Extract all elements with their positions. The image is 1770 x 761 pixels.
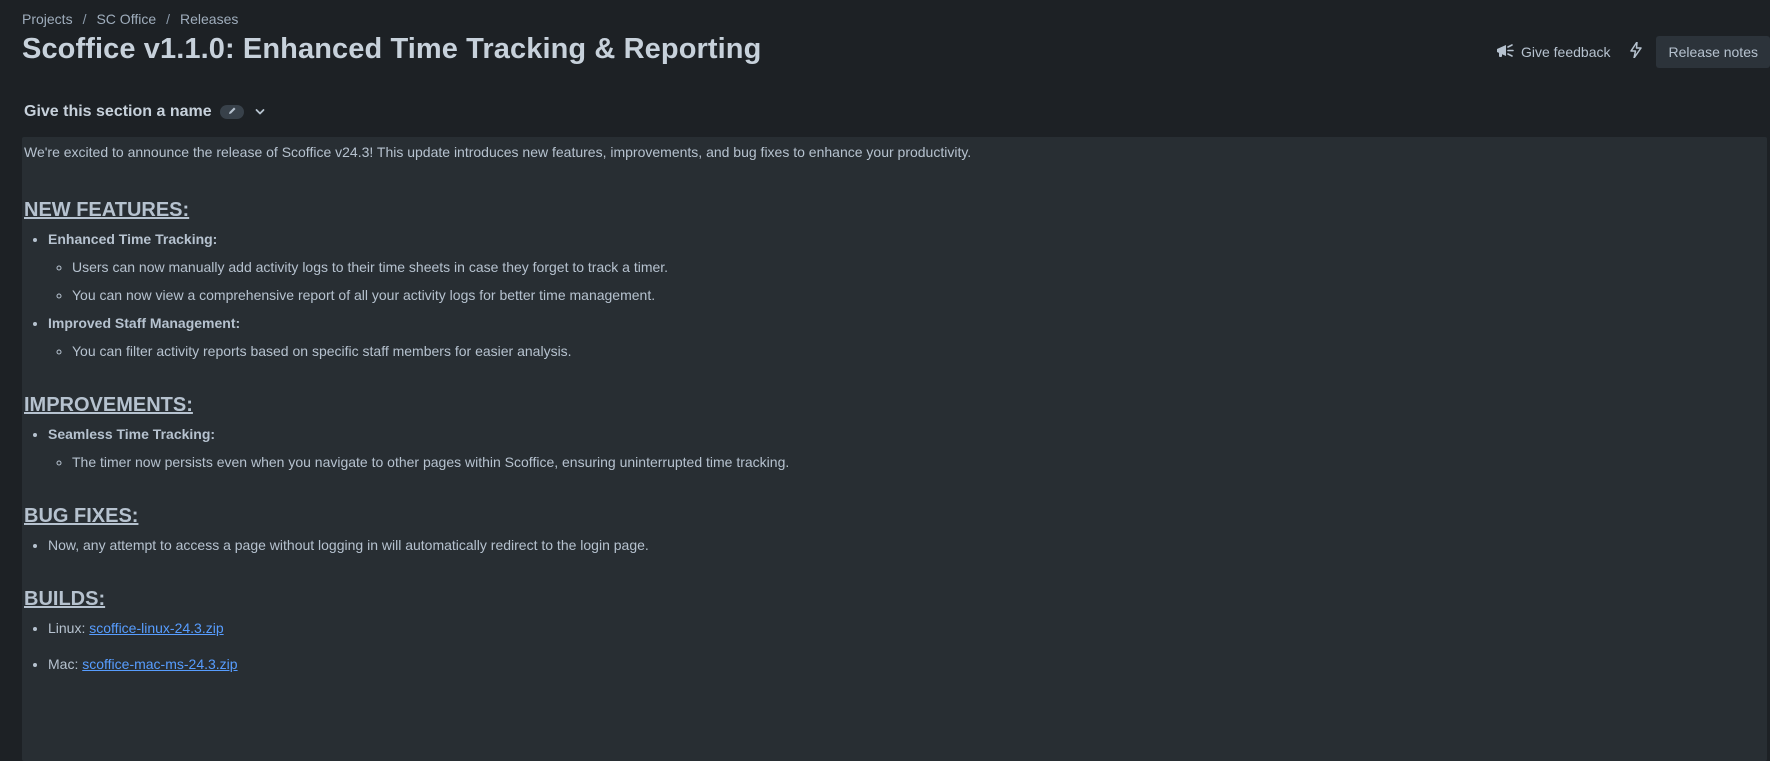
- breadcrumb-separator: /: [82, 11, 87, 27]
- breadcrumb-projects[interactable]: Projects: [22, 11, 73, 27]
- linux-build-link[interactable]: scoffice-linux-24.3.zip: [89, 620, 223, 636]
- page-title: Scoffice v1.1.0: Enhanced Time Tracking …: [22, 33, 762, 65]
- list-item: Now, any attempt to access a page withou…: [48, 536, 1765, 554]
- feature-title: Improved Staff Management:: [48, 315, 241, 331]
- section-toggle-button[interactable]: [252, 104, 268, 120]
- release-notes-button[interactable]: Release notes: [1656, 36, 1770, 68]
- list-item: Seamless Time Tracking: The timer now pe…: [48, 425, 1765, 471]
- list-item: Users can now manually add activity logs…: [72, 258, 1765, 276]
- list-item: You can now view a comprehensive report …: [72, 286, 1765, 304]
- release-notes-content[interactable]: We're excited to announce the release of…: [22, 137, 1767, 761]
- list-item: You can filter activity reports based on…: [72, 342, 1765, 360]
- give-feedback-button[interactable]: Give feedback: [1488, 37, 1619, 68]
- bug-fixes-heading: BUG FIXES:: [24, 505, 139, 527]
- mac-build-link[interactable]: scoffice-mac-ms-24.3.zip: [82, 656, 237, 672]
- pencil-icon: [227, 103, 237, 121]
- lightning-bolt-icon: [1630, 40, 1643, 63]
- improvements-heading: IMPROVEMENTS:: [24, 394, 193, 416]
- header-actions: Give feedback Release notes: [1488, 36, 1770, 68]
- build-label: Mac:: [48, 656, 79, 672]
- builds-list: Linux: scoffice-linux-24.3.zip Mac: scof…: [24, 619, 1765, 673]
- new-features-heading: NEW FEATURES:: [24, 199, 190, 221]
- automation-button[interactable]: [1620, 36, 1652, 68]
- list-item: Improved Staff Management: You can filte…: [48, 314, 1765, 360]
- breadcrumb: Projects / SC Office / Releases: [22, 11, 238, 27]
- improvement-title: Seamless Time Tracking:: [48, 426, 216, 442]
- builds-heading: BUILDS:: [24, 588, 106, 610]
- chevron-down-icon: [255, 103, 265, 121]
- list-item: Mac: scoffice-mac-ms-24.3.zip: [48, 655, 1765, 673]
- bug-fixes-list: Now, any attempt to access a page withou…: [24, 536, 1765, 554]
- section-header: Give this section a name: [24, 103, 268, 121]
- megaphone-icon: [1496, 43, 1514, 62]
- new-features-list: Enhanced Time Tracking: Users can now ma…: [24, 230, 1765, 360]
- edit-section-name-button[interactable]: [219, 103, 244, 121]
- improvements-list: Seamless Time Tracking: The timer now pe…: [24, 425, 1765, 471]
- list-item: Enhanced Time Tracking: Users can now ma…: [48, 230, 1765, 304]
- list-item: Linux: scoffice-linux-24.3.zip: [48, 619, 1765, 637]
- feature-title: Enhanced Time Tracking:: [48, 231, 218, 247]
- breadcrumb-releases[interactable]: Releases: [180, 11, 238, 27]
- build-label: Linux:: [48, 620, 86, 636]
- breadcrumb-separator: /: [166, 11, 171, 27]
- give-feedback-label: Give feedback: [1520, 44, 1611, 60]
- list-item: The timer now persists even when you nav…: [72, 453, 1765, 471]
- section-name[interactable]: Give this section a name: [24, 103, 212, 121]
- intro-text: We're excited to announce the release of…: [24, 144, 972, 160]
- breadcrumb-sc-office[interactable]: SC Office: [96, 11, 156, 27]
